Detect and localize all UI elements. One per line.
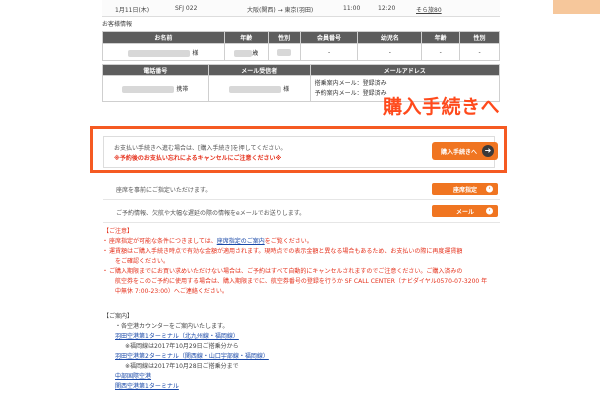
- email-button[interactable]: メール ›: [432, 205, 498, 217]
- redacted-age: [234, 49, 253, 57]
- col-recipient: メール受信者: [207, 64, 311, 76]
- seat-select-label: 座席指定: [452, 186, 477, 194]
- seat-guide-link[interactable]: 座席指定のご案内: [217, 238, 265, 245]
- col-infant-age: 年齢: [421, 31, 461, 44]
- note-deadline-cont1: 航空券をこのご予約に使用する場合は、購入期限までに、航空券番号の登録を行うか S…: [115, 278, 488, 285]
- col-age: 年齢: [223, 31, 269, 44]
- customer-row: 様 歳 - - - -: [102, 43, 500, 61]
- airport-link-haneda-t2[interactable]: 羽田空港第2ターミナル（関西線・山口宇部線・福岡線）: [103, 352, 503, 362]
- seat-select-button[interactable]: 座席指定 ›: [432, 183, 498, 195]
- note-deadline-cont2: 中無休 7:00-23:00）へご連絡ください。: [115, 288, 228, 295]
- col-gender: 性別: [267, 31, 301, 44]
- notice-text: お支払い手続きへ進む場合は、[購入手続き]を押してください。: [114, 145, 287, 152]
- flight-date: 1月11日(木): [115, 7, 150, 14]
- guide-heading: 【ご案内】: [103, 313, 134, 320]
- customer-section-title: お客様情報: [102, 21, 133, 28]
- seat-option-text: 座席を事前にご指定いただけます。: [116, 187, 212, 194]
- airport-link-chubu[interactable]: 中部国際空港: [103, 372, 503, 382]
- member-number: -: [299, 43, 359, 61]
- airport-link-kansai[interactable]: 関西空港第1ターミナル: [103, 382, 503, 392]
- col-infant: 幼児名: [357, 31, 423, 44]
- note-fare: 運賃額はご購入手続き時点で有効な金額が適用されます。現時点での表示金額と異なる場…: [102, 247, 503, 257]
- purchase-button-label: 購入手続きへ: [440, 148, 477, 156]
- infant-name: -: [357, 43, 423, 61]
- guide-section: 【ご案内】 ・各空港カウンターをご案内いたします。 羽田空港第1ターミナル（北九…: [103, 312, 503, 392]
- note-seat: 座席指定が可能な条件につきましては、座席指定のご案内をご覧ください。: [102, 237, 503, 247]
- chevron-right-icon: ›: [486, 185, 493, 193]
- email-status-boarding: 搭乗案内メール：登録済み: [314, 79, 387, 87]
- notes-section: 【ご注意】 座席指定が可能な条件につきましては、座席指定のご案内をご覧ください。…: [102, 227, 503, 297]
- guide-item: ・各空港カウンターをご案内いたします。: [115, 323, 229, 330]
- flight-action-button[interactable]: [553, 0, 600, 14]
- redacted-gender: [277, 48, 292, 56]
- infant-age: -: [421, 43, 461, 61]
- note-fare-cont: をご確認ください。: [115, 258, 170, 265]
- airport-note-haneda-t2: ※福岡線は2017年10月28日ご搭乗分まで: [125, 363, 239, 370]
- col-infant-gender: 性別: [459, 31, 500, 44]
- col-name: お名前: [102, 31, 225, 44]
- redacted-name: [128, 49, 191, 57]
- redacted-phone: [122, 86, 175, 93]
- purchase-button[interactable]: 購入手続きへ ➜: [432, 142, 498, 160]
- purchase-callout: 購入手続きへ: [383, 96, 501, 118]
- email-button-label: メール: [455, 208, 474, 216]
- airport-note-haneda-t1: ※福岡線は2017年10月29日ご搭乗分から: [125, 343, 239, 350]
- col-email: メールアドレス: [309, 64, 501, 76]
- customer-table: お名前 年齢 性別 会員番号 幼児名 年齢 性別 様 歳 - - - -: [102, 31, 500, 61]
- flight-number: SFJ 022: [175, 5, 198, 12]
- col-phone: 電話番号: [102, 64, 209, 76]
- flight-row: 1月11日(木) SFJ 022 大阪(関西) → 東京(羽田) 11:00 1…: [102, 0, 600, 17]
- infant-gender: -: [459, 43, 500, 61]
- flight-route: 大阪(関西) → 東京(羽田): [247, 7, 314, 14]
- flight-arrival: 12:20: [378, 5, 396, 12]
- notes-heading: 【ご注意】: [103, 228, 134, 235]
- notice-warning: ※予約後のお支払い忘れによるキャンセルにご注意ください※: [114, 155, 282, 162]
- col-member: 会員番号: [299, 31, 359, 44]
- flight-departure: 11:00: [343, 5, 361, 12]
- arrow-right-icon: ➜: [482, 145, 494, 157]
- fare-link[interactable]: そら旅80: [416, 5, 442, 14]
- note-deadline: ご購入期限までにお買い求めいただけない場合は、ご予約はすべて自動的にキャンセルさ…: [102, 267, 503, 277]
- chevron-right-icon: ›: [486, 207, 493, 215]
- airport-link-haneda-t1[interactable]: 羽田空港第1ターミナル（北九州線・福岡線）: [103, 332, 503, 342]
- email-option-text: ご予約情報、欠航や大幅な遅延の際の情報をeメールでお送りします。: [116, 210, 306, 217]
- redacted-recipient: [229, 86, 282, 93]
